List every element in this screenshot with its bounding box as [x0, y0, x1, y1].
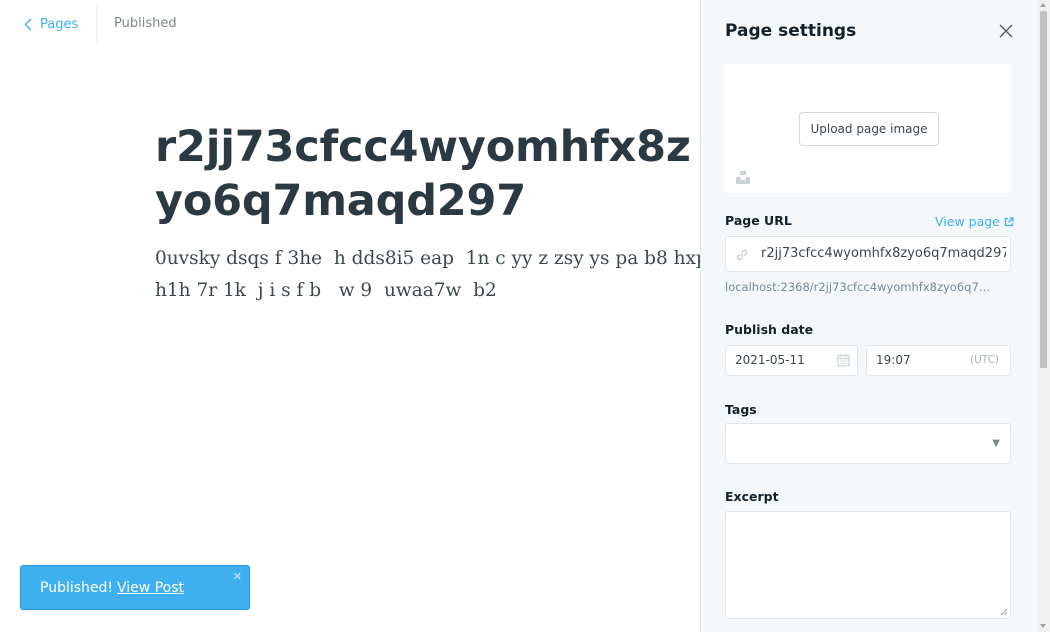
publish-time-value: 19:07 [876, 353, 911, 367]
upload-page-image-button[interactable]: Upload page image [799, 112, 939, 146]
calendar-icon[interactable] [837, 353, 850, 367]
post-title[interactable]: r2jj73cfcc4wyomhfx8zyo6q7maqd297 [155, 120, 715, 228]
external-link-icon [1004, 216, 1014, 226]
close-icon[interactable] [998, 23, 1014, 39]
panel-title: Page settings [725, 21, 857, 41]
page-url-preview: localhost:2368/r2jj73cfcc4wyomhfx8zyo6q7… [725, 280, 997, 294]
tags-label: Tags [725, 402, 757, 417]
page-image-uploader: Upload page image [725, 64, 1011, 193]
link-icon [736, 249, 748, 261]
timezone-label: (UTC) [969, 354, 999, 366]
page-settings-panel: Page settings Upload page image Page URL… [700, 0, 1037, 632]
view-page-label: View page [935, 214, 1000, 229]
chevron-left-icon [24, 18, 32, 30]
excerpt-label: Excerpt [725, 489, 779, 504]
unsplash-icon[interactable] [735, 169, 751, 185]
back-link-label: Pages [40, 16, 79, 32]
page-url-value: r2jj73cfcc4wyomhfx8zyo6q7maqd297 [761, 246, 1006, 261]
editor-header: Pages Published [0, 0, 700, 48]
excerpt-textarea[interactable] [725, 511, 1011, 619]
header-divider [96, 6, 97, 42]
scrollbar-thumb[interactable] [1040, 11, 1047, 368]
post-status: Published [114, 16, 177, 31]
page-scrollbar[interactable] [1037, 0, 1050, 632]
view-page-link[interactable]: View page [935, 214, 1014, 229]
scroll-down-arrow-icon[interactable] [1040, 624, 1046, 628]
notification-message: Published! [40, 579, 114, 596]
publish-date-label: Publish date [725, 322, 814, 337]
scroll-up-arrow-icon[interactable] [1040, 3, 1046, 7]
body-line: h1h 7r 1k j i s f b w 9 uwaa7w b2 [155, 280, 497, 301]
body-line: 0uvsky dsqs f 3he h dds8i5 eap 1n c yy z… [155, 248, 715, 269]
published-notification: Published! View Post ✕ [20, 565, 250, 610]
page-url-label: Page URL [725, 213, 792, 228]
post-body[interactable]: 0uvsky dsqs f 3he h dds8i5 eap 1n c yy z… [155, 243, 715, 307]
tags-select[interactable]: ▼ [725, 423, 1011, 464]
resize-handle-icon[interactable] [1000, 608, 1008, 616]
close-notification-icon[interactable]: ✕ [233, 570, 242, 583]
view-post-link[interactable]: View Post [117, 580, 184, 596]
back-to-pages-link[interactable]: Pages [24, 15, 78, 33]
page-url-input[interactable]: r2jj73cfcc4wyomhfx8zyo6q7maqd297 [725, 236, 1011, 272]
dropdown-caret-icon: ▼ [992, 438, 1000, 449]
publish-date-input[interactable]: 2021-05-11 [725, 345, 858, 376]
publish-time-input[interactable]: 19:07 (UTC) [866, 345, 1011, 376]
publish-date-value: 2021-05-11 [735, 353, 805, 367]
